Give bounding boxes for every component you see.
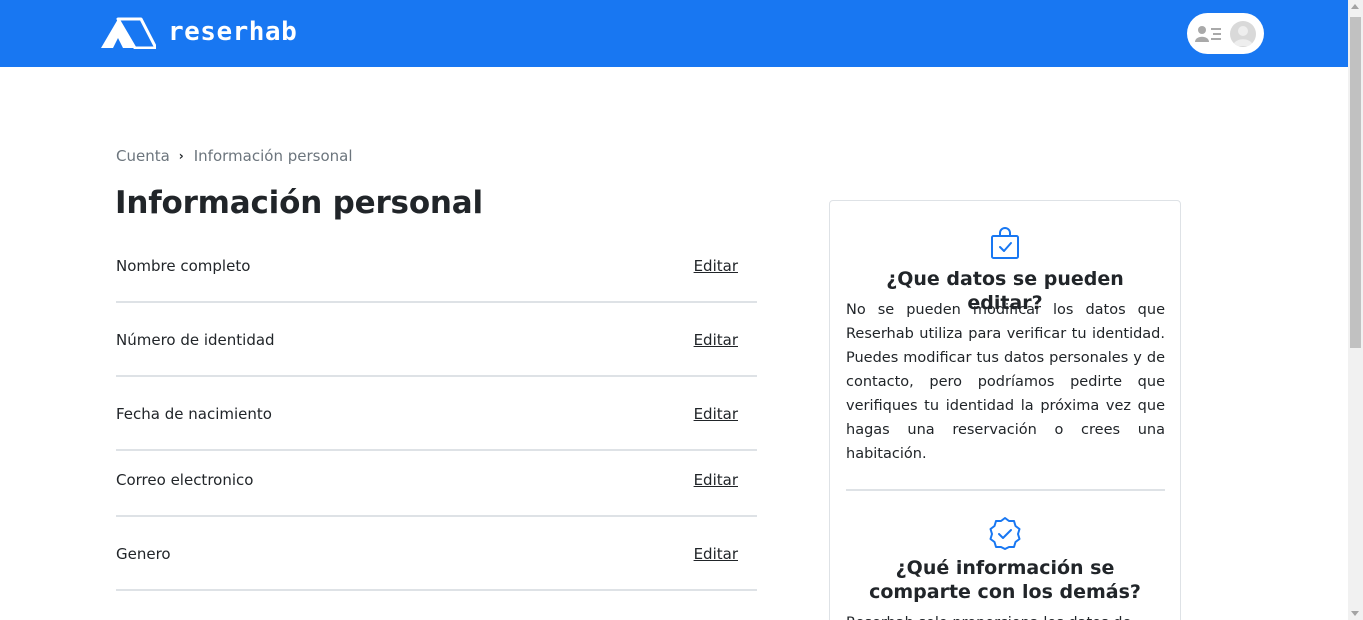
card-section-body: No se pueden modificar los datos que Res… xyxy=(846,302,1165,462)
brand-name: reserhab xyxy=(168,16,298,47)
field-label: Genero xyxy=(116,545,171,563)
info-card: ¿Que datos se pueden editar? No se puede… xyxy=(829,200,1181,620)
field-label: Fecha de nacimiento xyxy=(116,405,272,423)
menu-lines-icon xyxy=(1195,25,1221,42)
page-scrollbar[interactable] xyxy=(1348,0,1363,620)
breadcrumb-link-cuenta[interactable]: Cuenta xyxy=(116,147,170,165)
edit-identidad-link[interactable]: Editar xyxy=(694,331,738,349)
brand-logo[interactable]: reserhab xyxy=(101,16,297,49)
personal-info-list: Nombre completo Editar Número de identid… xyxy=(116,229,757,591)
field-row-correo: Correo electronico Editar xyxy=(116,451,757,517)
account-menu-button[interactable] xyxy=(1187,13,1264,54)
badge-check-icon xyxy=(989,517,1021,550)
top-navbar: reserhab xyxy=(0,0,1348,67)
scroll-down-icon[interactable] xyxy=(1351,611,1359,616)
card-divider xyxy=(846,489,1165,491)
edit-nacimiento-link[interactable]: Editar xyxy=(694,405,738,423)
user-avatar-icon xyxy=(1230,20,1256,47)
edit-genero-link[interactable]: Editar xyxy=(694,545,738,563)
field-row-genero: Genero Editar xyxy=(116,517,757,591)
breadcrumb: Cuenta › Información personal xyxy=(116,147,353,165)
edit-correo-link[interactable]: Editar xyxy=(694,471,738,489)
field-row-nombre: Nombre completo Editar xyxy=(116,229,757,303)
field-row-nacimiento: Fecha de nacimiento Editar xyxy=(116,377,757,451)
card-section-title: ¿Qué información se comparte con los dem… xyxy=(869,557,1141,603)
field-label: Correo electronico xyxy=(116,471,254,489)
field-label: Nombre completo xyxy=(116,257,251,275)
chevron-right-icon: › xyxy=(178,149,184,163)
scroll-up-icon[interactable] xyxy=(1351,4,1359,9)
scroll-thumb[interactable] xyxy=(1350,17,1361,348)
shopping-bag-check-icon xyxy=(991,227,1019,259)
card-section-body: Reserhab solo proporciona los datos de xyxy=(846,611,1165,620)
edit-nombre-link[interactable]: Editar xyxy=(694,257,738,275)
breadcrumb-current: Información personal xyxy=(193,147,353,165)
page-title: Información personal xyxy=(115,185,483,221)
tent-logo-icon xyxy=(101,17,156,49)
field-label: Número de identidad xyxy=(116,331,275,349)
field-row-identidad: Número de identidad Editar xyxy=(116,303,757,377)
